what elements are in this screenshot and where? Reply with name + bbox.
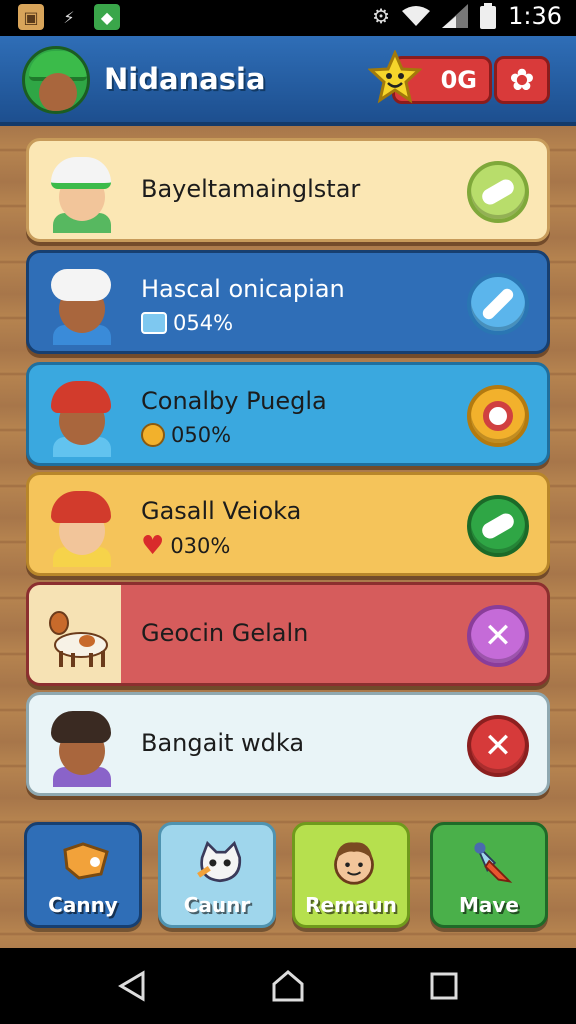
character-portrait: [41, 151, 121, 233]
player-avatar[interactable]: [22, 46, 90, 114]
recents-icon[interactable]: [424, 966, 464, 1006]
character-name: Bayeltamainglstar: [141, 175, 361, 203]
signal-icon: [442, 4, 469, 28]
rocket-icon: [467, 835, 517, 889]
usb-icon: ⚡: [63, 7, 75, 27]
stat-value: 050%: [171, 423, 232, 447]
confirm-button[interactable]: [467, 161, 529, 223]
gear-icon: ⚙: [372, 4, 391, 28]
tab-label: Canny: [48, 893, 118, 917]
list-item[interactable]: Geocin Gelaln ✕: [26, 582, 550, 686]
heart-icon: ♥: [141, 531, 165, 561]
close-icon: ✕: [483, 616, 513, 656]
list-item[interactable]: Hascal onicapian 054%: [26, 250, 550, 354]
character-portrait: [41, 263, 121, 345]
coin-icon: [141, 423, 165, 447]
character-name: Gasall Veioka: [141, 497, 302, 525]
pill-icon: [479, 510, 517, 542]
remove-button[interactable]: ✕: [467, 605, 529, 667]
confirm-button[interactable]: [467, 495, 529, 557]
tab-caunr[interactable]: Caunr: [158, 822, 276, 928]
battery-icon: [480, 3, 497, 29]
status-bar: ▣ ⚡ ◆ ⚙ 1:36: [0, 0, 576, 36]
target-button[interactable]: [467, 385, 529, 447]
character-name: Bangait wdka: [141, 729, 305, 757]
list-item[interactable]: Bangait wdka ✕: [26, 692, 550, 796]
map-icon: [61, 835, 111, 889]
cat-face-icon: [195, 835, 245, 889]
target-icon: [483, 401, 513, 431]
character-stat: ♥ 030%: [141, 533, 230, 559]
character-name: Conalby Puegla: [141, 387, 327, 415]
tab-mave[interactable]: Mave: [430, 822, 548, 928]
list-item[interactable]: Gasall Veioka ♥ 030%: [26, 472, 550, 576]
list-item[interactable]: Conalby Puegla 050%: [26, 362, 550, 466]
page-title: Nidanasia: [104, 62, 266, 96]
bottom-tab-bar: Canny Caunr Remaun Mave: [0, 818, 576, 948]
home-icon[interactable]: [268, 966, 308, 1006]
star-icon: [368, 50, 422, 104]
back-icon[interactable]: [112, 966, 152, 1006]
boy-face-icon: [329, 835, 379, 889]
character-portrait: [41, 705, 121, 787]
character-name: Hascal onicapian: [141, 275, 345, 303]
character-portrait: [41, 485, 121, 567]
picture-icon: [141, 312, 167, 334]
remove-button[interactable]: ✕: [467, 715, 529, 777]
stat-value: 054%: [173, 311, 234, 335]
navigation-bar: [0, 948, 576, 1024]
tab-label: Mave: [459, 893, 519, 917]
wifi-icon: [402, 6, 431, 26]
pill-icon: [479, 176, 517, 208]
character-stat: 054%: [141, 311, 233, 335]
tab-label: Remaun: [305, 893, 397, 917]
character-portrait: [41, 375, 121, 457]
stat-value: 030%: [170, 534, 231, 558]
animal-portrait: [41, 595, 121, 675]
clock: 1:36: [508, 2, 562, 30]
character-name: Geocin Gelaln: [141, 619, 309, 647]
score-value: 0G: [440, 66, 477, 94]
tab-label: Caunr: [183, 893, 251, 917]
close-icon: ✕: [483, 726, 513, 766]
header: Nidanasia 0G ✿: [0, 36, 576, 126]
settings-button[interactable]: ✿: [494, 56, 550, 104]
tab-remaun[interactable]: Remaun: [292, 822, 410, 928]
edit-button[interactable]: [467, 273, 529, 335]
app-icon: ◆: [94, 4, 120, 30]
tab-canny[interactable]: Canny: [24, 822, 142, 928]
character-stat: 050%: [141, 423, 231, 447]
list-item[interactable]: Bayeltamainglstar: [26, 138, 550, 242]
gear-icon: ✿: [509, 62, 535, 98]
pencil-icon: [480, 286, 516, 322]
dice-icon: ▣: [18, 4, 44, 30]
